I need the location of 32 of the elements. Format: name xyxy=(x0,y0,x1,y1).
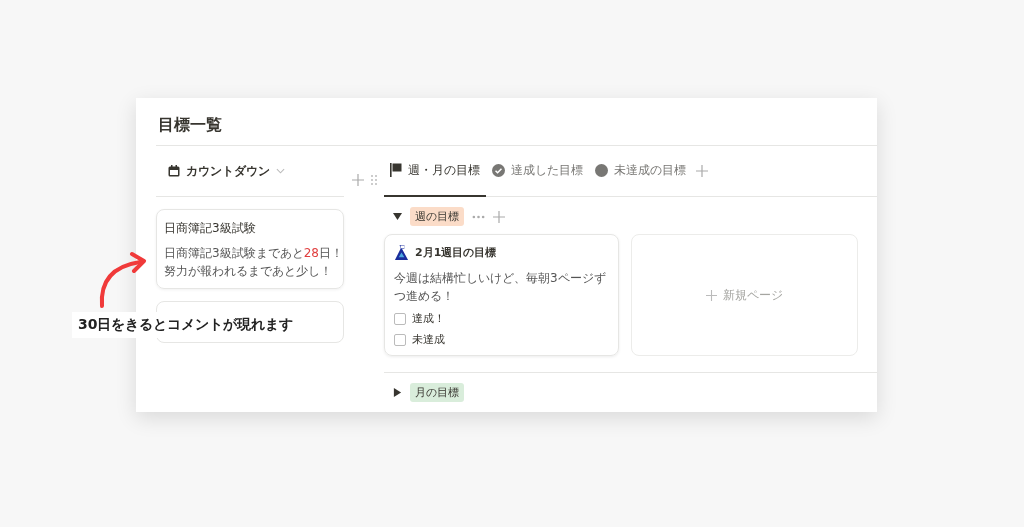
checkbox-label: 達成！ xyxy=(412,311,445,326)
check-circle-icon xyxy=(492,163,505,177)
checkbox[interactable] xyxy=(394,333,406,346)
new-page-label: 新規ページ xyxy=(723,286,783,304)
countdown-card[interactable]: 日商簿記3級試験 日商簿記3級試験まであと28 日！ 努力が報われるまであと少し！ xyxy=(156,209,344,289)
view-tab[interactable]: 未達成の目標 xyxy=(589,145,692,197)
checkbox-label: 未達成 xyxy=(412,332,445,347)
view-tab[interactable]: カウントダウン xyxy=(186,162,270,180)
card-title: 2月1週目の目標 xyxy=(415,245,497,260)
page-title: 目標一覧 xyxy=(157,114,223,136)
card-title: 日商簿記3級試験 xyxy=(164,220,257,237)
group-tag: 週の目標 xyxy=(410,207,464,226)
flask-icon xyxy=(394,244,409,261)
chevron-down-icon[interactable] xyxy=(276,168,285,174)
plus-icon[interactable] xyxy=(493,210,505,223)
calendar-icon xyxy=(168,165,180,177)
countdown-comment: 日商簿記3級試験まであと28 日！ 努力が報われるまであと少し！ xyxy=(164,245,336,280)
flag-icon xyxy=(390,163,402,177)
checkbox[interactable] xyxy=(394,312,406,325)
more-icon[interactable] xyxy=(472,214,485,219)
plus-icon[interactable] xyxy=(696,165,708,177)
plus-icon[interactable] xyxy=(352,174,364,186)
circle-icon xyxy=(595,163,608,177)
group-tag: 月の目標 xyxy=(410,383,464,402)
plus-icon xyxy=(706,289,717,301)
drag-handle-icon[interactable] xyxy=(370,174,378,186)
toggle-icon[interactable] xyxy=(393,388,402,397)
goal-card[interactable]: 2月1週目の目標 今週は結構忙しいけど、毎朝3ページずつ進める！ 達成！ 未達成 xyxy=(384,234,619,356)
card-text: 今週は結構忙しいけど、毎朝3ページずつ進める！ xyxy=(394,270,607,305)
toggle-icon[interactable] xyxy=(393,212,402,221)
view-tab[interactable]: 達成した目標 xyxy=(486,145,589,197)
view-tab[interactable]: 週・月の目標 xyxy=(384,145,486,197)
